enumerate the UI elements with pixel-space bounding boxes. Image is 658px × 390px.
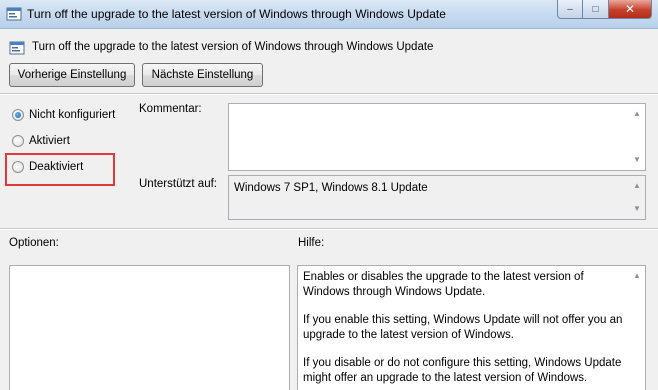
minimize-button[interactable]: – — [557, 0, 583, 19]
scroll-up-icon[interactable]: ▲ — [633, 110, 641, 118]
radio-indicator-checked[interactable] — [12, 109, 24, 121]
options-label: Optionen: — [9, 237, 59, 249]
window-title: Turn off the upgrade to the latest versi… — [27, 7, 446, 21]
policy-title: Turn off the upgrade to the latest versi… — [32, 41, 434, 53]
next-setting-button[interactable]: Nächste Einstellung — [142, 63, 263, 87]
supported-on-value: Windows 7 SP1, Windows 8.1 Update — [234, 182, 428, 194]
scroll-up-icon[interactable]: ▲ — [633, 182, 641, 190]
supported-on-field: Windows 7 SP1, Windows 8.1 Update ▲ ▼ — [228, 175, 646, 220]
close-button[interactable]: ✕ — [609, 0, 652, 19]
minimize-icon: – — [567, 3, 573, 15]
options-panel[interactable] — [9, 265, 290, 390]
maximize-button[interactable]: □ — [583, 0, 609, 19]
help-paragraph: If you enable this setting, Windows Upda… — [303, 314, 623, 341]
radio-not-configured[interactable]: Nicht konfiguriert — [12, 108, 115, 122]
maximize-icon: □ — [592, 3, 599, 15]
highlight-annotation — [5, 153, 115, 186]
comment-label: Kommentar: — [139, 103, 202, 115]
policy-settings-icon — [6, 6, 22, 22]
scroll-down-icon[interactable]: ▼ — [633, 205, 641, 213]
supported-on-label: Unterstützt auf: — [139, 178, 217, 190]
window-controls: – □ ✕ — [557, 0, 652, 19]
title-bar[interactable]: Turn off the upgrade to the latest versi… — [0, 0, 658, 29]
previous-setting-button[interactable]: Vorherige Einstellung — [9, 63, 135, 87]
help-label: Hilfe: — [298, 237, 325, 249]
radio-label: Nicht konfiguriert — [29, 109, 116, 121]
radio-indicator[interactable] — [12, 135, 24, 147]
radio-enabled[interactable]: Aktiviert — [12, 134, 70, 148]
comment-textarea[interactable]: ▲ ▼ — [228, 103, 646, 171]
policy-icon — [9, 40, 25, 56]
help-text: Enables or disables the upgrade to the l… — [303, 270, 623, 390]
divider — [0, 228, 658, 230]
help-paragraph: Enables or disables the upgrade to the l… — [303, 271, 584, 298]
radio-label: Aktiviert — [29, 135, 70, 147]
scroll-down-icon[interactable]: ▼ — [633, 156, 641, 164]
help-paragraph: If you disable or do not configure this … — [303, 357, 622, 384]
help-panel[interactable]: Enables or disables the upgrade to the l… — [297, 265, 646, 390]
divider — [0, 93, 658, 95]
close-icon: ✕ — [624, 2, 636, 16]
scroll-up-icon[interactable]: ▲ — [633, 272, 641, 280]
